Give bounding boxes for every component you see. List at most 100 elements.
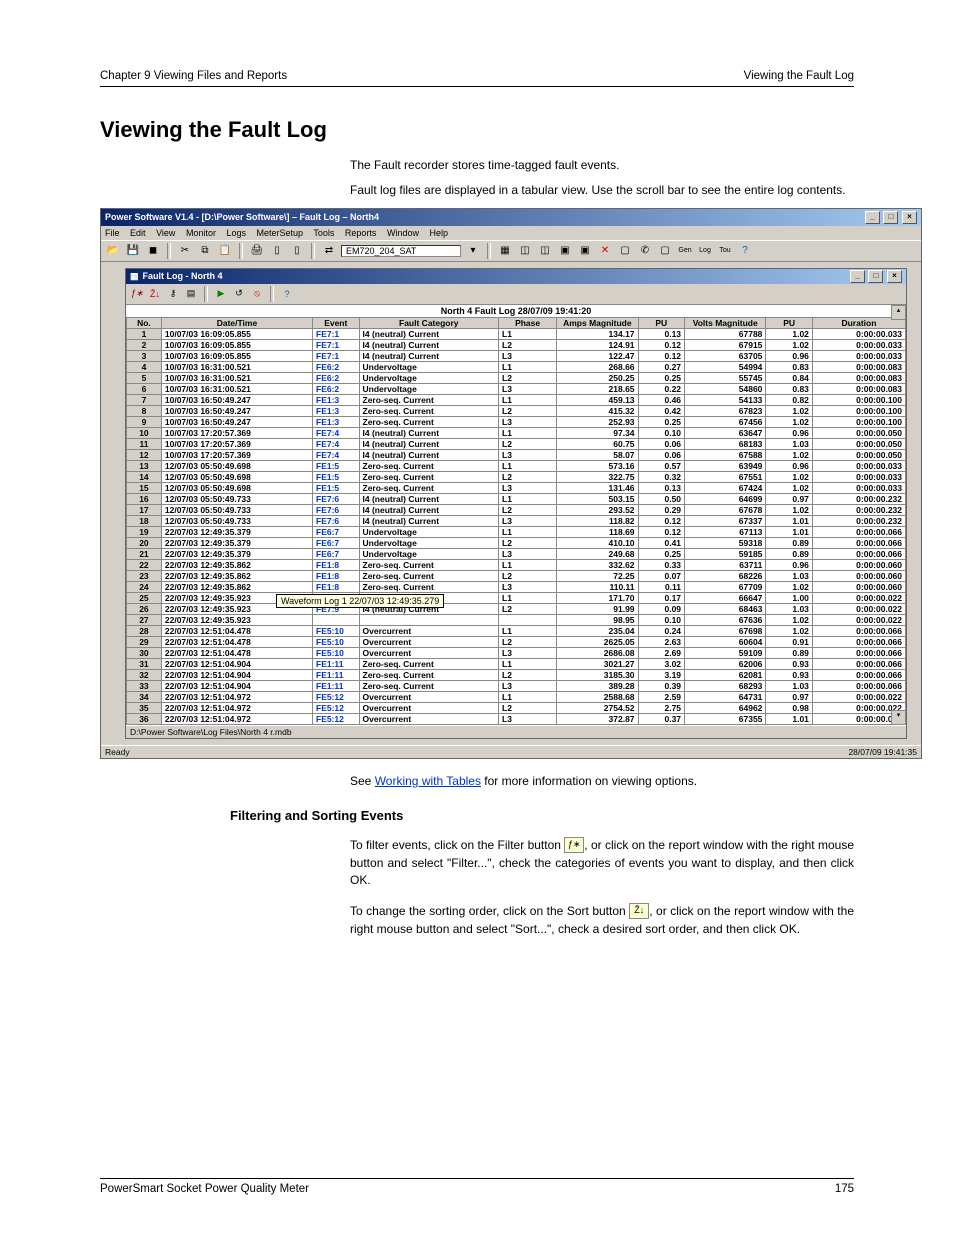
- table-row[interactable]: 2522/07/03 12:49:35.923FE7:9I4 (neutral)…: [127, 592, 906, 603]
- table-row[interactable]: 2222/07/03 12:49:35.862FE1:8Zero-seq. Cu…: [127, 559, 906, 570]
- working-with-tables-link[interactable]: Working with Tables: [375, 774, 481, 788]
- menu-help[interactable]: Help: [429, 228, 448, 238]
- menu-metersetup[interactable]: MeterSetup: [257, 228, 304, 238]
- delete-icon[interactable]: ✕: [597, 243, 613, 259]
- table-row[interactable]: 410/07/03 16:31:00.521FE6:2UndervoltageL…: [127, 361, 906, 372]
- table-row[interactable]: 310/07/03 16:09:05.855FE7:1I4 (neutral) …: [127, 350, 906, 361]
- log-toolbar[interactable]: ƒ∗ Ẑ↓ ⚷ ▤ ▶ ↺ ⦸ ?: [126, 284, 906, 305]
- table-row[interactable]: 210/07/03 16:09:05.855FE7:1I4 (neutral) …: [127, 339, 906, 350]
- table-row[interactable]: 3322/07/03 12:51:04.904FE1:11Zero-seq. C…: [127, 680, 906, 691]
- table-row[interactable]: 3422/07/03 12:51:04.972FE5:12Overcurrent…: [127, 691, 906, 702]
- filter-icon[interactable]: ƒ∗: [130, 287, 144, 301]
- help-icon[interactable]: ?: [737, 243, 753, 259]
- col-phase[interactable]: Phase: [499, 317, 557, 328]
- close-icon[interactable]: ×: [887, 270, 902, 283]
- window-controls[interactable]: _ □ ×: [864, 211, 917, 224]
- table-row[interactable]: 2422/07/03 12:49:35.862FE1:8Zero-seq. Cu…: [127, 581, 906, 592]
- phone-icon[interactable]: ✆: [637, 243, 653, 259]
- col-fault-category[interactable]: Fault Category: [359, 317, 499, 328]
- table-row[interactable]: 2622/07/03 12:49:35.923FE7:9I4 (neutral)…: [127, 603, 906, 614]
- sort-button-icon[interactable]: Ẑ↓: [629, 903, 649, 919]
- table-row[interactable]: 2722/07/03 12:49:35.92398.950.10676361.0…: [127, 614, 906, 625]
- app-titlebar[interactable]: Power Software V1.4 - [D:\Power Software…: [101, 209, 921, 226]
- table-row[interactable]: 3122/07/03 12:51:04.904FE1:11Zero-seq. C…: [127, 658, 906, 669]
- save-icon[interactable]: 💾: [125, 243, 141, 259]
- tool-icon[interactable]: ▣: [557, 243, 573, 259]
- menu-reports[interactable]: Reports: [345, 228, 377, 238]
- table-row[interactable]: 910/07/03 16:50:49.247FE1:3Zero-seq. Cur…: [127, 416, 906, 427]
- log-titlebar[interactable]: ▦Fault Log - North 4 _ □ ×: [126, 269, 906, 284]
- table-row[interactable]: 2922/07/03 12:51:04.478FE5:10Overcurrent…: [127, 636, 906, 647]
- paste-icon[interactable]: 📋: [217, 243, 233, 259]
- table-row[interactable]: 1312/07/03 05:50:49.698FE1:5Zero-seq. Cu…: [127, 460, 906, 471]
- clock-icon[interactable]: ▢: [617, 243, 633, 259]
- open-icon[interactable]: 📂: [105, 243, 121, 259]
- doc-icon[interactable]: ▯: [269, 243, 285, 259]
- table-row[interactable]: 1110/07/03 17:20:57.369FE7:4I4 (neutral)…: [127, 438, 906, 449]
- table-row[interactable]: 3222/07/03 12:51:04.904FE1:11Zero-seq. C…: [127, 669, 906, 680]
- chart-icon[interactable]: ◫: [517, 243, 533, 259]
- table-row[interactable]: 1712/07/03 05:50:49.733FE7:6I4 (neutral)…: [127, 504, 906, 515]
- col-event[interactable]: Event: [313, 317, 360, 328]
- menubar[interactable]: File Edit View Monitor Logs MeterSetup T…: [101, 226, 921, 240]
- table-row[interactable]: 3022/07/03 12:51:04.478FE5:10Overcurrent…: [127, 647, 906, 658]
- stop-icon[interactable]: ⦸: [250, 287, 264, 301]
- maximize-icon[interactable]: □: [868, 270, 883, 283]
- log-icon[interactable]: Log: [697, 243, 713, 259]
- col-pu1[interactable]: PU: [638, 317, 685, 328]
- menu-edit[interactable]: Edit: [130, 228, 146, 238]
- print-icon[interactable]: 🖨: [249, 243, 265, 259]
- table-row[interactable]: 1412/07/03 05:50:49.698FE1:5Zero-seq. Cu…: [127, 471, 906, 482]
- table-row[interactable]: 1512/07/03 05:50:49.698FE1:5Zero-seq. Cu…: [127, 482, 906, 493]
- table-row[interactable]: 110/07/03 16:09:05.855FE7:1I4 (neutral) …: [127, 328, 906, 339]
- table-header-row[interactable]: No. Date/Time Event Fault Category Phase…: [127, 317, 906, 328]
- chart2-icon[interactable]: ◫: [537, 243, 553, 259]
- menu-tools[interactable]: Tools: [313, 228, 334, 238]
- fault-log-table[interactable]: No. Date/Time Event Fault Category Phase…: [126, 317, 906, 725]
- table-row[interactable]: 610/07/03 16:31:00.521FE6:2UndervoltageL…: [127, 383, 906, 394]
- col-amps[interactable]: Amps Magnitude: [557, 317, 638, 328]
- filter-button-icon[interactable]: ƒ∗: [564, 837, 584, 853]
- properties-icon[interactable]: ▤: [184, 287, 198, 301]
- help-icon[interactable]: ?: [280, 287, 294, 301]
- table-row[interactable]: 2122/07/03 12:49:35.379FE6:7Undervoltage…: [127, 548, 906, 559]
- tool2-icon[interactable]: ▣: [577, 243, 593, 259]
- doc2-icon[interactable]: ▯: [289, 243, 305, 259]
- table-row[interactable]: 1922/07/03 12:49:35.379FE6:7Undervoltage…: [127, 526, 906, 537]
- menu-window[interactable]: Window: [387, 228, 419, 238]
- main-toolbar[interactable]: 📂 💾 ◼ ✂ ⧉ 📋 🖨 ▯ ▯ ⇄ EM720_204_SAT ▾ ▦ ◫ …: [101, 240, 921, 262]
- table-row[interactable]: 2822/07/03 12:51:04.478FE5:10Overcurrent…: [127, 625, 906, 636]
- minimize-icon[interactable]: _: [865, 211, 880, 224]
- dropdown-icon[interactable]: ▾: [465, 243, 481, 259]
- table-row[interactable]: 2022/07/03 12:49:35.379FE6:7Undervoltage…: [127, 537, 906, 548]
- device-select[interactable]: EM720_204_SAT: [341, 245, 461, 257]
- menu-view[interactable]: View: [156, 228, 175, 238]
- col-no[interactable]: No.: [127, 317, 162, 328]
- scroll-up-icon[interactable]: ▴: [891, 305, 906, 320]
- connect-icon[interactable]: ⇄: [321, 243, 337, 259]
- table-row[interactable]: 510/07/03 16:31:00.521FE6:2UndervoltageL…: [127, 372, 906, 383]
- menu-file[interactable]: File: [105, 228, 120, 238]
- gen-icon[interactable]: Gen: [677, 243, 693, 259]
- table-row[interactable]: 710/07/03 16:50:49.247FE1:3Zero-seq. Cur…: [127, 394, 906, 405]
- undo-icon[interactable]: ↺: [232, 287, 246, 301]
- table-row[interactable]: 3622/07/03 12:51:04.972FE5:12Overcurrent…: [127, 713, 906, 724]
- table-row[interactable]: 810/07/03 16:50:49.247FE1:3Zero-seq. Cur…: [127, 405, 906, 416]
- stop-icon[interactable]: ◼: [145, 243, 161, 259]
- sort-icon[interactable]: Ẑ↓: [148, 287, 162, 301]
- log-window-controls[interactable]: _ □ ×: [849, 270, 902, 283]
- table-row[interactable]: 1612/07/03 05:50:49.733FE7:6I4 (neutral)…: [127, 493, 906, 504]
- col-pu2[interactable]: PU: [766, 317, 813, 328]
- copy-icon[interactable]: ⧉: [197, 243, 213, 259]
- scroll-down-icon[interactable]: ▾: [891, 710, 906, 725]
- table-row[interactable]: 2322/07/03 12:49:35.862FE1:8Zero-seq. Cu…: [127, 570, 906, 581]
- table-row[interactable]: 1812/07/03 05:50:49.733FE7:6I4 (neutral)…: [127, 515, 906, 526]
- menu-logs[interactable]: Logs: [226, 228, 246, 238]
- table-row[interactable]: 1010/07/03 17:20:57.369FE7:4I4 (neutral)…: [127, 427, 906, 438]
- table-row[interactable]: 3522/07/03 12:51:04.972FE5:12Overcurrent…: [127, 702, 906, 713]
- page-icon[interactable]: ▢: [657, 243, 673, 259]
- maximize-icon[interactable]: □: [883, 211, 898, 224]
- close-icon[interactable]: ×: [902, 211, 917, 224]
- table-row[interactable]: 1210/07/03 17:20:57.369FE7:4I4 (neutral)…: [127, 449, 906, 460]
- grid-icon[interactable]: ▦: [497, 243, 513, 259]
